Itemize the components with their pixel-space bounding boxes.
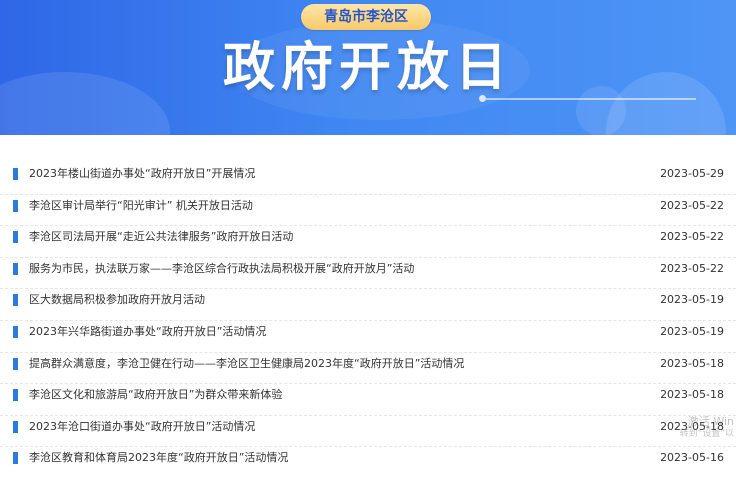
bullet-icon: [13, 389, 18, 402]
news-list-item[interactable]: 服务为市民，执法联万家——李沧区综合行政执法局积极开展“政府开放月”活动 202…: [0, 258, 736, 290]
news-title-link[interactable]: 区大数据局积极参加政府开放月活动: [29, 292, 205, 308]
news-title-link[interactable]: 2023年兴华路街道办事处“政府开放日”活动情况: [29, 324, 266, 340]
city-label-badge: 青岛市李沧区: [301, 4, 431, 30]
news-date: 2023-05-19: [660, 324, 724, 338]
news-list: 2023年楼山街道办事处“政府开放日”开展情况 2023-05-29 李沧区审计…: [0, 163, 736, 478]
news-date: 2023-05-19: [660, 293, 724, 307]
news-title-link[interactable]: 提高群众满意度，李沧卫健在行动——李沧区卫生健康局2023年度“政府开放日”活动…: [29, 356, 464, 372]
news-date: 2023-05-22: [660, 261, 724, 275]
news-title-link[interactable]: 2023年楼山街道办事处“政府开放日”开展情况: [29, 166, 255, 182]
news-date: 2023-05-22: [660, 198, 724, 212]
watermark-line-1: 激活 Win: [687, 415, 734, 428]
news-date: 2023-05-18: [660, 356, 724, 370]
bullet-icon: [13, 420, 18, 433]
bullet-icon: [13, 452, 18, 465]
news-list-item[interactable]: 李沧区教育和体育局2023年度“政府开放日”活动情况 2023-05-16: [0, 447, 736, 478]
bullet-icon: [13, 231, 18, 244]
bullet-icon: [13, 262, 18, 275]
news-title-link[interactable]: 2023年沧口街道办事处“政府开放日”活动情况: [29, 419, 255, 435]
news-title-link[interactable]: 李沧区司法局开展“走近公共法律服务”政府开放日活动: [29, 229, 293, 245]
header-banner: 青岛市李沧区 政府开放日: [0, 0, 736, 135]
news-date: 2023-05-18: [660, 388, 724, 402]
page-title: 政府开放日: [222, 38, 513, 98]
news-list-item[interactable]: 2023年沧口街道办事处“政府开放日”活动情况 2023-05-18: [0, 416, 736, 448]
bullet-icon: [13, 199, 18, 212]
news-list-item[interactable]: 区大数据局积极参加政府开放月活动 2023-05-19: [0, 289, 736, 321]
news-list-item[interactable]: 提高群众满意度，李沧卫健在行动——李沧区卫生健康局2023年度“政府开放日”活动…: [0, 353, 736, 385]
news-date: 2023-05-16: [660, 451, 724, 465]
news-title-link[interactable]: 服务为市民，执法联万家——李沧区综合行政执法局积极开展“政府开放月”活动: [29, 261, 414, 277]
watermark-line-2: 转到“设置”以: [679, 429, 734, 439]
news-list-item[interactable]: 2023年楼山街道办事处“政府开放日”开展情况 2023-05-29: [0, 163, 736, 195]
news-title-link[interactable]: 李沧区教育和体育局2023年度“政府开放日”活动情况: [29, 450, 288, 466]
news-title-link[interactable]: 李沧区审计局举行“阳光审计” 机关开放日活动: [29, 198, 253, 214]
news-date: 2023-05-29: [660, 167, 724, 180]
os-activation-watermark: 激活 Win 转到“设置”以: [674, 416, 734, 440]
bullet-icon: [13, 294, 18, 307]
news-date: 2023-05-22: [660, 230, 724, 244]
bullet-icon: [13, 357, 18, 370]
bullet-icon: [13, 325, 18, 338]
news-list-item[interactable]: 李沧区文化和旅游局“政府开放日”为群众带来新体验 2023-05-18: [0, 384, 736, 416]
news-title-link[interactable]: 李沧区文化和旅游局“政府开放日”为群众带来新体验: [29, 387, 282, 403]
news-list-item[interactable]: 2023年兴华路街道办事处“政府开放日”活动情况 2023-05-19: [0, 321, 736, 353]
bullet-icon: [13, 168, 18, 180]
news-list-item[interactable]: 李沧区司法局开展“走近公共法律服务”政府开放日活动 2023-05-22: [0, 226, 736, 258]
news-list-item[interactable]: 李沧区审计局举行“阳光审计” 机关开放日活动 2023-05-22: [0, 195, 736, 227]
